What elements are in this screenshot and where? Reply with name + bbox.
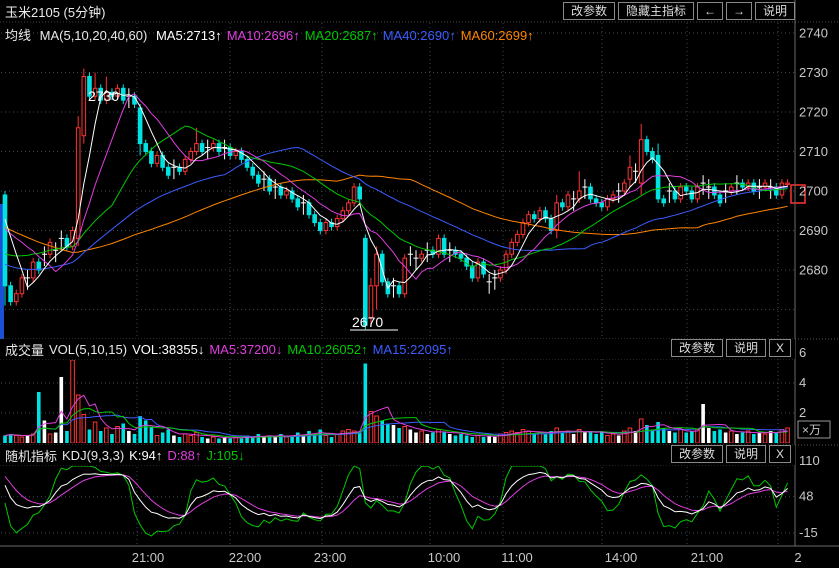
indicator-value: MA20:2687↑: [305, 28, 378, 43]
svg-text:-15: -15: [799, 525, 818, 540]
time-axis: 21:00 22:00 23:00 10:00 11:00 14:00 21:00 2: [0, 547, 839, 568]
time-label: 2: [794, 550, 801, 565]
indicator-value: MA10:2696↑: [227, 28, 300, 43]
svg-text:2690: 2690: [799, 223, 828, 238]
title-bar: 玉米2105 (5分钟) 改参数 隐藏主指标 ← → 说明: [0, 0, 839, 22]
svg-text:2730: 2730: [88, 88, 119, 104]
indicator-value: MA60:2699↑: [461, 28, 534, 43]
kdj-indicator-name: 随机指标: [5, 446, 57, 465]
kdj-formula: KDJ(9,3,3): [62, 448, 124, 463]
scroll-left-button[interactable]: ←: [697, 2, 723, 20]
time-label: 21:00: [132, 550, 165, 565]
svg-text:2730: 2730: [799, 65, 828, 80]
volume-panel-buttons: 改参数 说明 X: [668, 339, 791, 357]
svg-text:4: 4: [799, 375, 806, 390]
time-label: 10:00: [428, 550, 461, 565]
volume-change-params-button[interactable]: 改参数: [671, 339, 723, 357]
kdj-panel-buttons: 改参数 说明 X: [668, 445, 791, 463]
indicator-value: MA10:26052↑: [287, 342, 367, 357]
svg-text:2710: 2710: [799, 144, 828, 159]
svg-text:2: 2: [799, 405, 806, 420]
kdj-panel-header: 随机指标 KDJ(9,3,3) K:94↑ D:88↑ J:105↓ 改参数 说明 …: [0, 445, 795, 465]
indicator-value: K:94↑: [129, 448, 162, 463]
time-label: 14:00: [605, 550, 638, 565]
volume-indicator-name: 成交量: [5, 340, 44, 359]
svg-text:48: 48: [799, 489, 813, 504]
indicator-value: D:88↑: [167, 448, 201, 463]
volume-values: VOL:38355↓ MA5:37200↓ MA10:26052↑ MA15:2209…: [132, 342, 458, 357]
volume-close-button[interactable]: X: [769, 339, 791, 357]
hide-main-indicator-button[interactable]: 隐藏主指标: [618, 2, 694, 20]
svg-text:2740: 2740: [799, 26, 828, 41]
time-label: 23:00: [314, 550, 347, 565]
indicator-value: VOL:38355↓: [132, 342, 204, 357]
contract-title: 玉米2105 (5分钟): [5, 2, 105, 21]
svg-text:6: 6: [799, 345, 806, 360]
kdj-help-button[interactable]: 说明: [726, 445, 766, 463]
volume-panel-header: 成交量 VOL(5,10,15) VOL:38355↓ MA5:37200↓ MA1…: [0, 339, 795, 359]
indicator-value: J:105↓: [206, 448, 244, 463]
kdj-values: K:94↑ D:88↑ J:105↓: [129, 448, 250, 463]
ma-values: MA5:2713↑ MA10:2696↑ MA20:2687↑ MA40:2690↑ M…: [156, 28, 539, 43]
ma-indicator-name: 均线: [5, 28, 31, 43]
indicator-value: MA40:2690↑: [383, 28, 456, 43]
svg-text:2680: 2680: [799, 263, 828, 278]
trading-app-window: 2730 2670 2740 2730 2720 2710 2700 2690 2680 6 4 2 ×…: [0, 0, 839, 568]
toolbar: 改参数 隐藏主指标 ← → 说明: [560, 2, 795, 20]
indicator-value: MA15:22095↑: [373, 342, 453, 357]
svg-text:×万: ×万: [802, 423, 821, 437]
ma-formula: MA(5,10,20,40,60): [40, 28, 148, 43]
indicator-value: MA5:2713↑: [156, 28, 222, 43]
svg-text:110: 110: [799, 453, 820, 468]
scroll-right-button[interactable]: →: [726, 2, 752, 20]
volume-formula: VOL(5,10,15): [49, 342, 127, 357]
svg-text:2700: 2700: [799, 184, 828, 199]
volume-help-button[interactable]: 说明: [726, 339, 766, 357]
help-button[interactable]: 说明: [755, 2, 795, 20]
kdj-change-params-button[interactable]: 改参数: [671, 445, 723, 463]
time-label: 11:00: [501, 550, 533, 565]
time-label: 21:00: [691, 550, 724, 565]
time-label: 22:00: [229, 550, 262, 565]
ma-indicator-row: 均线 MA(5,10,20,40,60) MA5:2713↑ MA10:2696↑…: [5, 25, 539, 44]
svg-text:2670: 2670: [352, 314, 383, 330]
svg-text:2720: 2720: [799, 105, 828, 120]
change-params-button[interactable]: 改参数: [563, 2, 615, 20]
price-volume-kdj-chart[interactable]: 2730 2670 2740 2730 2720 2710 2700 2690 2680 6 4 2 ×…: [0, 0, 839, 568]
kdj-close-button[interactable]: X: [769, 445, 791, 463]
indicator-value: MA5:37200↓: [209, 342, 282, 357]
